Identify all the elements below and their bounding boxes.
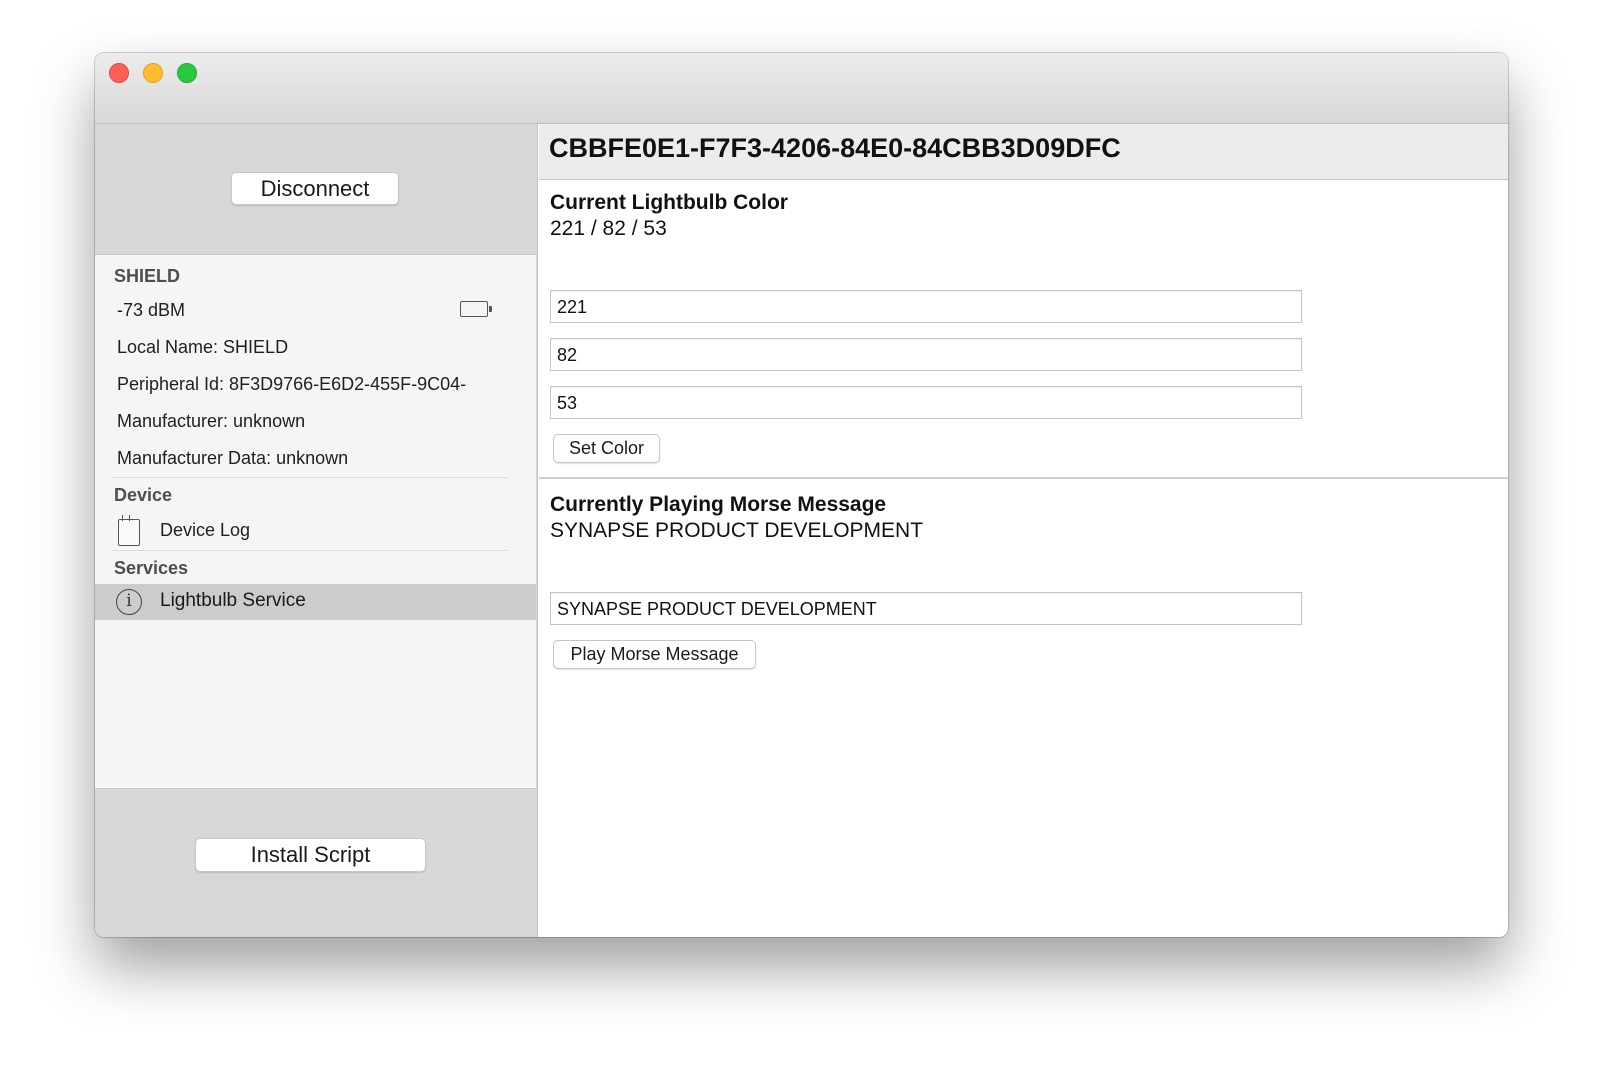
document-icon [118, 515, 140, 546]
info-icon: i [116, 589, 142, 615]
sidebar-top: Disconnect [95, 124, 537, 254]
main-panel: CBBFE0E1-F7F3-4206-84E0-84CBB3D09DFC Cur… [539, 124, 1508, 937]
local-name: Local Name: SHIELD [117, 337, 289, 357]
device-section-header: Device [114, 485, 173, 505]
device-log-item[interactable]: Device Log [160, 520, 250, 541]
set-color-button[interactable]: Set Color [553, 434, 660, 463]
disconnect-button[interactable]: Disconnect [231, 172, 399, 205]
morse-heading: Currently Playing Morse Message [550, 493, 887, 516]
manufacturer-data: Manufacturer Data: unknown [117, 448, 349, 468]
manufacturer: Manufacturer: unknown [117, 411, 306, 431]
morse-value: SYNAPSE PRODUCT DEVELOPMENT [550, 519, 924, 542]
close-window-button[interactable] [109, 63, 129, 83]
sidebar: Disconnect SHIELD -73 dBM Local Name: SH… [95, 124, 538, 937]
blue-input[interactable]: 53 [550, 386, 1302, 419]
battery-icon [460, 301, 492, 317]
green-input[interactable]: 82 [550, 338, 1302, 371]
lightbulb-service-label: Lightbulb Service [160, 590, 306, 611]
peripheral-section-header: SHIELD [114, 266, 181, 286]
main-header: CBBFE0E1-F7F3-4206-84E0-84CBB3D09DFC [539, 124, 1508, 180]
rssi-value: -73 dBM [117, 300, 186, 320]
app-window: Disconnect SHIELD -73 dBM Local Name: SH… [95, 53, 1508, 937]
divider [112, 477, 508, 478]
color-value: 221 / 82 / 53 [550, 217, 667, 240]
section-divider [539, 477, 1508, 479]
morse-message-input[interactable]: SYNAPSE PRODUCT DEVELOPMENT [550, 592, 1302, 625]
minimize-window-button[interactable] [143, 63, 163, 83]
install-script-button[interactable]: Install Script [195, 838, 426, 872]
red-input[interactable]: 221 [550, 290, 1302, 323]
divider [112, 550, 508, 551]
services-section-header: Services [114, 558, 189, 578]
page-title: CBBFE0E1-F7F3-4206-84E0-84CBB3D09DFC [549, 133, 1121, 163]
maximize-window-button[interactable] [177, 63, 197, 83]
lightbulb-service-item[interactable]: i Lightbulb Service [95, 584, 536, 620]
title-bar [95, 53, 1508, 124]
color-heading: Current Lightbulb Color [550, 191, 788, 214]
play-morse-button[interactable]: Play Morse Message [553, 640, 756, 669]
peripheral-id: Peripheral Id: 8F3D9766-E6D2-455F-9C04- [117, 374, 467, 394]
sidebar-list: SHIELD -73 dBM Local Name: SHIELD Periph… [95, 254, 536, 789]
